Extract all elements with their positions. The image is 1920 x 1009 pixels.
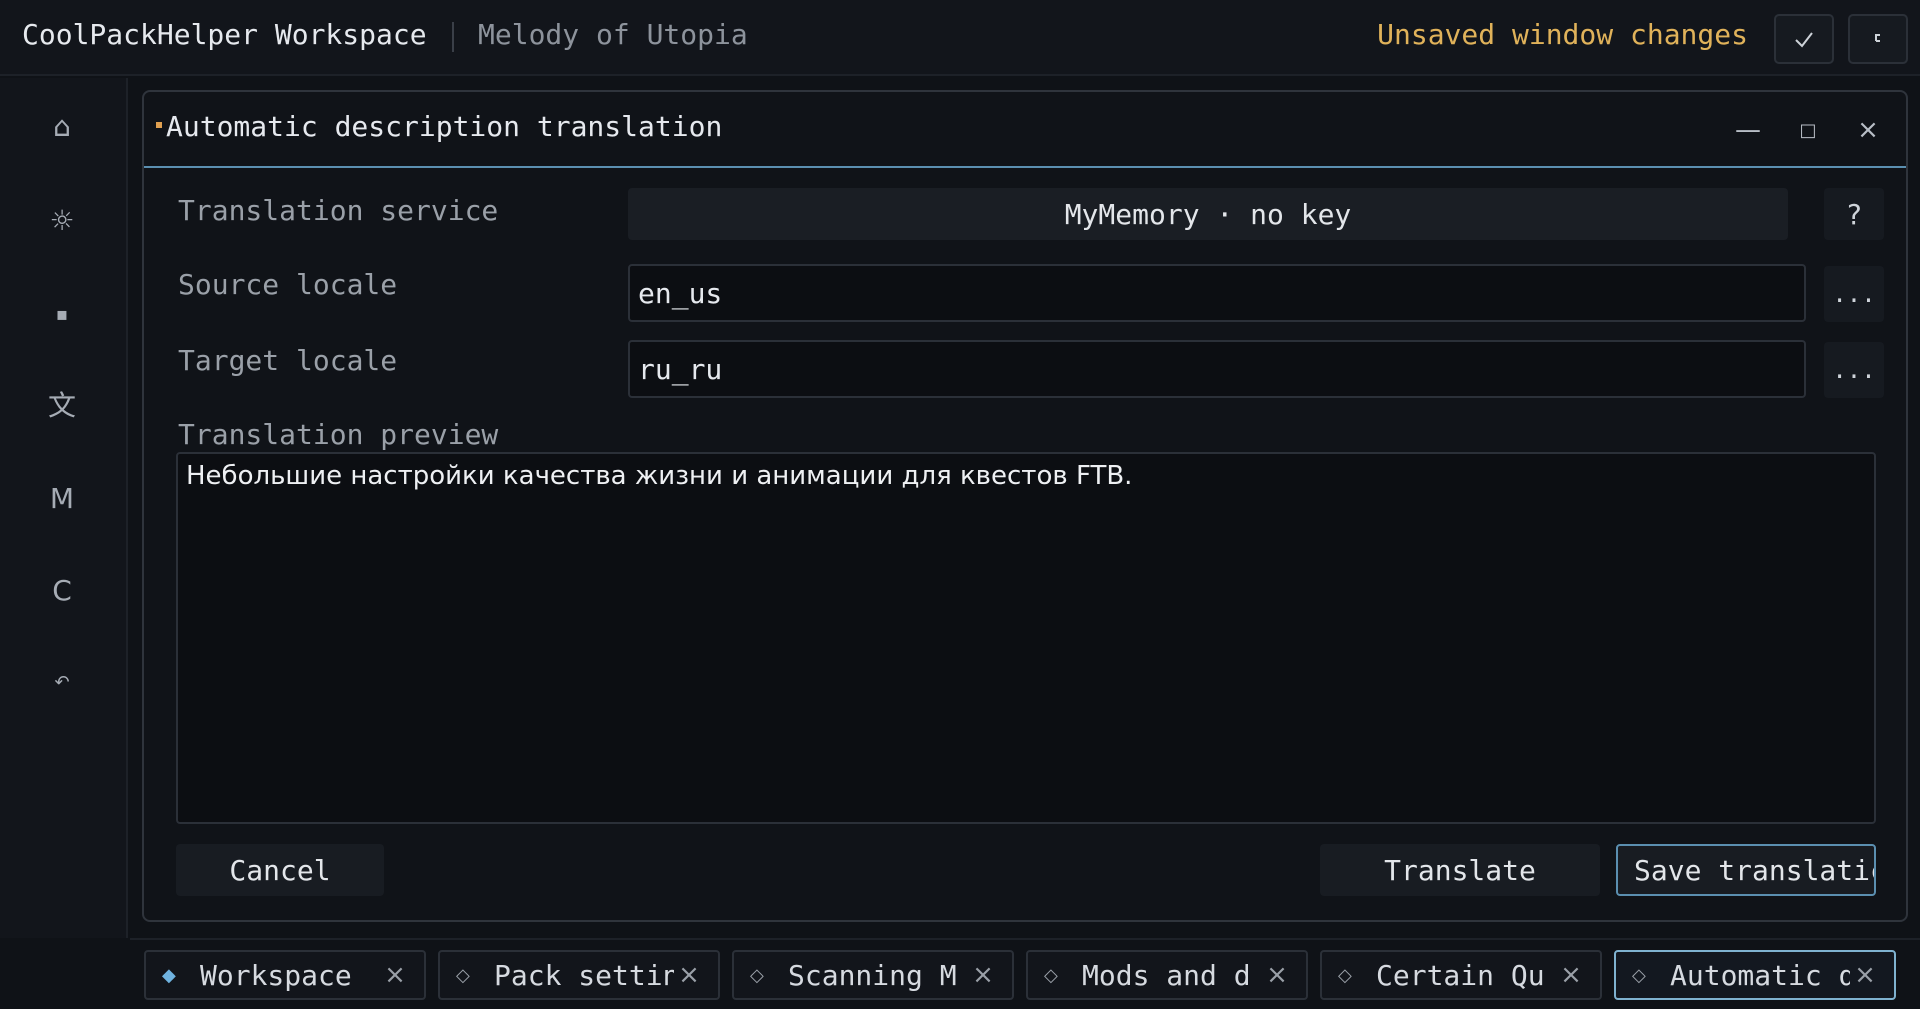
diamond-filled-icon: ◆ — [162, 964, 176, 986]
more-icon: ... — [1832, 280, 1876, 308]
translation-service-value: MyMemory · no key — [1064, 197, 1352, 231]
block-icon: ▪ — [55, 303, 69, 325]
config-icon: C — [52, 573, 72, 607]
tab-label: Pack settin — [494, 958, 674, 992]
tab-certain-quests[interactable]: ◇ Certain Qu × — [1320, 950, 1602, 1000]
target-locale-input[interactable] — [628, 340, 1806, 398]
apply-changes-button[interactable] — [1774, 14, 1834, 64]
translation-service-select[interactable]: MyMemory · no key — [628, 188, 1788, 240]
tab-scanning[interactable]: ◇ Scanning M × — [732, 950, 1014, 1000]
sidebar: ⌂ ☼ ▪ 文 M C ↶ — [0, 78, 128, 938]
maximize-button[interactable]: □ — [1784, 108, 1832, 152]
back-icon: ↶ — [54, 671, 70, 693]
translate-button[interactable]: Translate — [1320, 844, 1600, 896]
diamond-icon: ◇ — [1044, 964, 1058, 986]
app-root: CoolPackHelper Workspace Melody of Utopi… — [0, 0, 1920, 1009]
tab-workspace[interactable]: ◆ Workspace × — [144, 950, 426, 1000]
tab-label: Automatic d — [1670, 958, 1850, 992]
tab-label: Workspace — [200, 958, 352, 992]
help-icon: ? — [1845, 197, 1863, 231]
window-header[interactable]: Automatic description translation — □ × — [144, 92, 1906, 168]
sidebar-block-button[interactable]: ▪ — [24, 284, 100, 344]
tab-mods[interactable]: ◇ Mods and d × — [1026, 950, 1308, 1000]
undo-icon — [1875, 34, 1880, 42]
diamond-icon: ◇ — [750, 964, 764, 986]
tab-label: Scanning M — [788, 958, 957, 992]
sidebar-back-button[interactable]: ↶ — [24, 652, 100, 712]
project-name: Melody of Utopia — [478, 18, 748, 51]
translate-icon: 文 — [47, 389, 76, 422]
unsaved-status: Unsaved window changes — [1377, 18, 1748, 51]
diamond-icon: ◇ — [456, 964, 470, 986]
translation-preview-textarea[interactable]: Небольшие настройки качества жизни и ани… — [176, 452, 1876, 824]
source-locale-label: Source locale — [178, 268, 398, 301]
source-locale-browse-button[interactable]: ... — [1824, 266, 1884, 322]
diamond-icon: ◇ — [1338, 964, 1352, 986]
sidebar-config-button[interactable]: C — [24, 560, 100, 620]
minimize-icon: — — [1735, 115, 1761, 145]
app-title: CoolPackHelper Workspace — [22, 18, 427, 51]
mods-icon: M — [49, 481, 75, 515]
tab-label: Certain Qu — [1376, 958, 1545, 992]
minimize-button[interactable]: — — [1724, 108, 1772, 152]
close-tab-button[interactable]: × — [968, 960, 998, 990]
sidebar-translate-button[interactable]: 文 — [24, 374, 100, 434]
top-bar: CoolPackHelper Workspace Melody of Utopi… — [0, 0, 1920, 76]
close-tab-button[interactable]: × — [1850, 960, 1880, 990]
more-icon: ... — [1832, 356, 1876, 384]
close-icon: × — [1857, 115, 1879, 145]
help-button[interactable]: ? — [1824, 188, 1884, 240]
sidebar-home-button[interactable]: ⌂ — [24, 96, 100, 156]
close-tab-button[interactable]: × — [674, 960, 704, 990]
cancel-button[interactable]: Cancel — [176, 844, 384, 896]
translation-preview-label: Translation preview — [178, 418, 499, 451]
revert-changes-button[interactable] — [1848, 14, 1908, 64]
diamond-icon: ◇ — [1632, 964, 1646, 986]
window-drag-marker — [156, 122, 162, 128]
home-icon: ⌂ — [53, 109, 71, 143]
tab-bar: ◆ Workspace × ◇ Pack settin × ◇ Scanning… — [130, 938, 1920, 1009]
source-locale-input[interactable] — [628, 264, 1806, 322]
close-tab-button[interactable]: × — [1262, 960, 1292, 990]
target-locale-browse-button[interactable]: ... — [1824, 342, 1884, 398]
translation-window: Automatic description translation — □ × … — [142, 90, 1908, 922]
tab-automatic-description[interactable]: ◇ Automatic d × — [1614, 950, 1896, 1000]
maximize-icon: □ — [1799, 119, 1817, 141]
title-divider — [452, 22, 454, 52]
settings-sun-icon: ☼ — [49, 203, 75, 237]
tab-label: Mods and d — [1082, 958, 1251, 992]
window-title: Automatic description translation — [166, 110, 723, 143]
tab-pack-settings[interactable]: ◇ Pack settin × — [438, 950, 720, 1000]
target-locale-label: Target locale — [178, 344, 398, 377]
close-window-button[interactable]: × — [1844, 108, 1892, 152]
save-translation-button[interactable]: Save translatic — [1616, 844, 1876, 896]
translation-service-label: Translation service — [178, 194, 499, 227]
sidebar-mods-button[interactable]: M — [24, 468, 100, 528]
sidebar-settings-button[interactable]: ☼ — [24, 190, 100, 250]
close-tab-button[interactable]: × — [380, 960, 410, 990]
close-tab-button[interactable]: × — [1556, 960, 1586, 990]
check-icon — [1795, 32, 1813, 48]
